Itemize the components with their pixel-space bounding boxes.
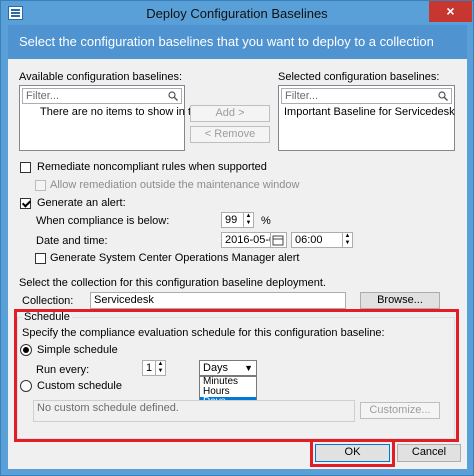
datetime-label: Date and time: (36, 235, 108, 247)
search-icon[interactable] (168, 91, 178, 101)
spin-down-icon[interactable]: ▼ (244, 220, 253, 227)
compliance-stepper[interactable]: 99 ▲ ▼ (221, 212, 254, 228)
date-picker[interactable]: 2016-05-04 (221, 232, 287, 248)
allow-remediation-checkbox[interactable] (35, 180, 46, 191)
dialog-body: Select the configuration baselines that … (8, 25, 467, 469)
ok-button-highlight (310, 439, 395, 467)
selected-baselines-list[interactable]: Filter... Important Baseline for Service… (278, 85, 455, 151)
header-band: Select the configuration baselines that … (8, 25, 467, 59)
title-bar[interactable]: Deploy Configuration Baselines × (1, 1, 473, 25)
dialog-window: Deploy Configuration Baselines × Select … (0, 0, 474, 476)
remove-button[interactable]: < Remove (190, 126, 270, 143)
time-spin-buttons[interactable]: ▲ ▼ (342, 233, 352, 247)
generate-alert-label: Generate an alert: (37, 197, 126, 209)
search-icon[interactable] (438, 91, 448, 101)
spin-down-icon[interactable]: ▼ (343, 240, 352, 247)
available-baselines-list[interactable]: Filter... There are no items to show in … (19, 85, 233, 151)
cancel-button[interactable]: Cancel (397, 444, 461, 462)
available-filter-input[interactable]: Filter... (22, 88, 182, 104)
schedule-highlight (14, 309, 459, 442)
add-button[interactable]: Add > (190, 105, 270, 122)
browse-button[interactable]: Browse... (360, 292, 440, 309)
allow-remediation-label: Allow remediation outside the maintenanc… (50, 179, 300, 191)
scom-alert-label: Generate System Center Operations Manage… (50, 252, 300, 264)
selected-filter-input[interactable]: Filter... (281, 88, 452, 104)
compliance-spin-buttons[interactable]: ▲ ▼ (243, 213, 253, 227)
selected-baselines-label: Selected configuration baselines: (278, 71, 440, 83)
compliance-value: 99 (225, 214, 238, 226)
collection-instruction: Select the collection for this configura… (19, 277, 326, 289)
time-value: 06:00 (295, 234, 323, 246)
remediate-checkbox[interactable] (20, 162, 31, 173)
filter-placeholder: Filter... (285, 90, 319, 102)
collection-field[interactable]: Servicedesk (90, 292, 346, 309)
calendar-icon[interactable] (270, 233, 286, 247)
collection-label: Collection: (22, 295, 74, 307)
close-button[interactable]: × (429, 1, 472, 22)
compliance-label: When compliance is below: (36, 215, 170, 227)
scom-alert-checkbox[interactable] (35, 253, 46, 264)
page-title: Select the configuration baselines that … (19, 34, 434, 49)
percent-symbol: % (261, 215, 271, 227)
filter-placeholder: Filter... (26, 90, 60, 102)
time-picker[interactable]: 06:00 ▲ ▼ (291, 232, 353, 248)
spin-up-icon[interactable]: ▲ (343, 233, 352, 240)
generate-alert-checkbox[interactable] (20, 198, 31, 209)
remediate-label: Remediate noncompliant rules when suppor… (37, 161, 267, 173)
list-item[interactable]: Important Baseline for Servicedesk (284, 106, 455, 118)
spin-up-icon[interactable]: ▲ (244, 213, 253, 220)
window-title: Deploy Configuration Baselines (146, 6, 328, 21)
available-baselines-label: Available configuration baselines: (19, 71, 183, 83)
